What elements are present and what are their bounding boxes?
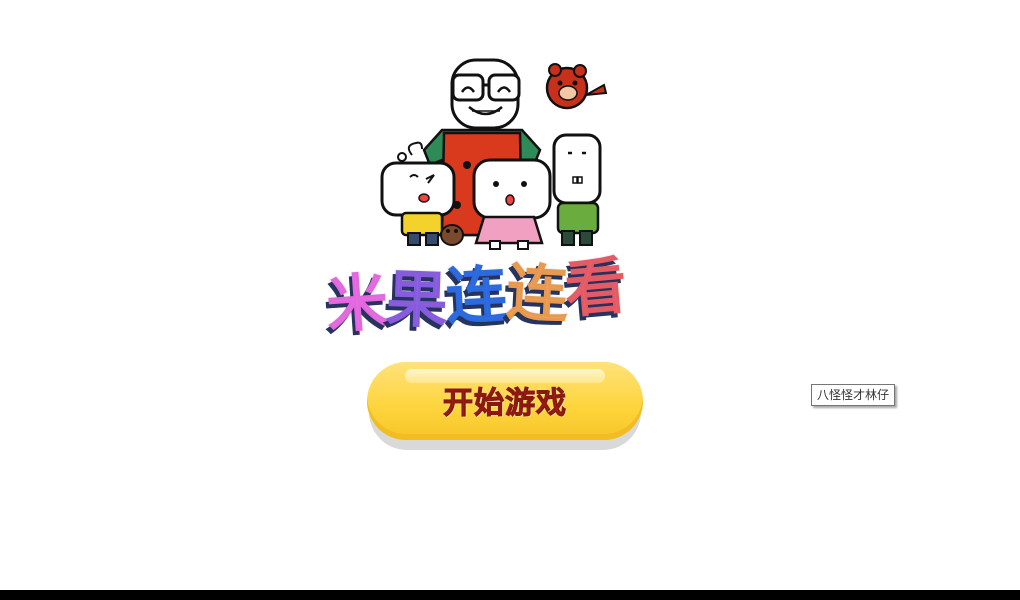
red-bear-character bbox=[545, 63, 608, 110]
start-button-highlight bbox=[405, 369, 605, 383]
game-title-char: 连 bbox=[443, 256, 511, 334]
start-button-label[interactable]: 开始游戏 bbox=[367, 382, 643, 426]
game-title: 米 果 连 连 看 bbox=[323, 247, 676, 343]
middle-cube-girl bbox=[472, 158, 552, 250]
bottom-edge-bar bbox=[0, 590, 1020, 600]
game-title-char: 果 bbox=[384, 261, 451, 338]
game-title-char: 米 bbox=[323, 264, 392, 343]
right-tall-cube-kid bbox=[552, 133, 602, 246]
hover-tooltip: 八怪怪才林仔 bbox=[811, 384, 896, 406]
game-title-char: 看 bbox=[561, 247, 631, 327]
game-title-char: 连 bbox=[504, 254, 572, 332]
mascot-illustration bbox=[380, 58, 608, 250]
brown-dog-character bbox=[440, 224, 464, 246]
start-game-button[interactable]: 开始游戏 bbox=[367, 362, 643, 450]
game-start-screen: 米 果 连 连 看 开始游戏 八怪怪才林仔 bbox=[0, 0, 1020, 600]
